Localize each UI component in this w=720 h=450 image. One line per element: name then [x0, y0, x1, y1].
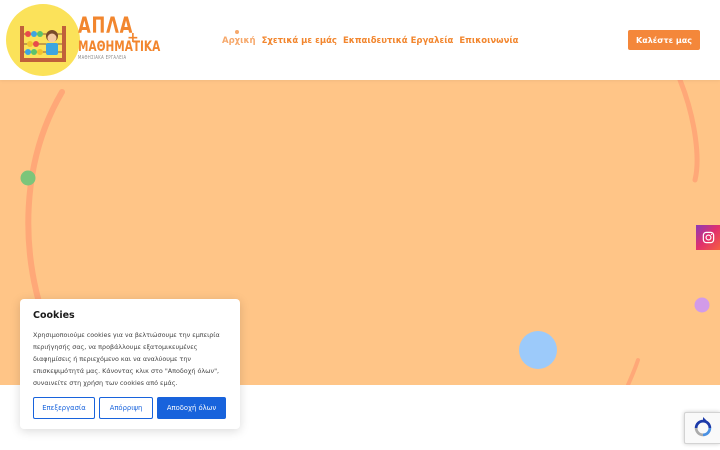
- decorative-dot-blue: [519, 331, 557, 369]
- logo-line-3: ΜΑΘΗΣΙΑΚΑ ΕΡΓΑΛΕΙΑ: [78, 55, 127, 61]
- site-logo[interactable]: ΑΠΛΑ ΜΑΘΗΜΑΤΙΚΑ ΜΑΘΗΣΙΑΚΑ ΕΡΓΑΛΕΙΑ +: [6, 4, 160, 78]
- cookie-accept-all-button[interactable]: Αποδοχή όλων: [157, 397, 226, 419]
- nav-item-contact[interactable]: Επικοινωνία: [459, 36, 518, 46]
- logo-line-1: ΑΠΛΑ: [78, 14, 134, 39]
- cookie-actions: Επεξεργασία Απόρριψη Αποδοχή όλων: [33, 397, 226, 419]
- cookie-title: Cookies: [33, 310, 75, 321]
- logo-line-2: ΜΑΘΗΜΑΤΙΚΑ: [78, 39, 161, 55]
- call-us-button[interactable]: Καλέστε μας: [628, 30, 700, 50]
- nav-item-label: Επικοινωνία: [459, 36, 519, 46]
- main-nav: Αρχική Σχετικά με εμάς Εκπαιδευτικά Εργα…: [222, 30, 519, 46]
- decorative-arc-right: [677, 80, 700, 183]
- logo-wordmark: ΑΠΛΑ ΜΑΘΗΜΑΤΙΚΑ ΜΑΘΗΣΙΑΚΑ ΕΡΓΑΛΕΙΑ: [78, 16, 160, 61]
- site-header: ΑΠΛΑ ΜΑΘΗΜΑΤΙΚΑ ΜΑΘΗΣΙΑΚΑ ΕΡΓΑΛΕΙΑ + Αρχ…: [0, 0, 720, 80]
- decorative-dot-green: [20, 170, 36, 186]
- instagram-link[interactable]: [696, 225, 720, 250]
- cookie-consent-banner: Cookies Χρησιμοποιούμε cookies για να βε…: [20, 299, 240, 429]
- decorative-arc-left: [25, 89, 65, 333]
- nav-item-label: Εκπαιδευτικά Εργαλεία: [342, 36, 454, 46]
- instagram-icon: [702, 231, 714, 244]
- cookie-description: Χρησιμοποιούμε cookies για να βελτιώσουμ…: [33, 331, 220, 387]
- nav-item-home[interactable]: Αρχική: [222, 30, 256, 46]
- logo-plus: +: [127, 30, 139, 46]
- decorative-arc-bottom-right: [626, 358, 640, 385]
- active-indicator-dot: [235, 30, 239, 34]
- nav-item-educational-tools[interactable]: Εκπαιδευτικά Εργαλεία: [343, 36, 453, 46]
- decorative-dot-purple: [694, 297, 710, 313]
- recaptcha-badge[interactable]: [684, 412, 720, 444]
- cookie-reject-button[interactable]: Απόρριψη: [99, 397, 153, 419]
- nav-item-about[interactable]: Σχετικά με εμάς: [262, 36, 337, 46]
- nav-item-label: Αρχική: [222, 36, 256, 46]
- nav-item-label: Σχετικά με εμάς: [261, 36, 337, 46]
- cookie-customize-button[interactable]: Επεξεργασία: [33, 397, 95, 419]
- recaptcha-icon: [694, 417, 711, 437]
- abacus-icon: [20, 26, 66, 62]
